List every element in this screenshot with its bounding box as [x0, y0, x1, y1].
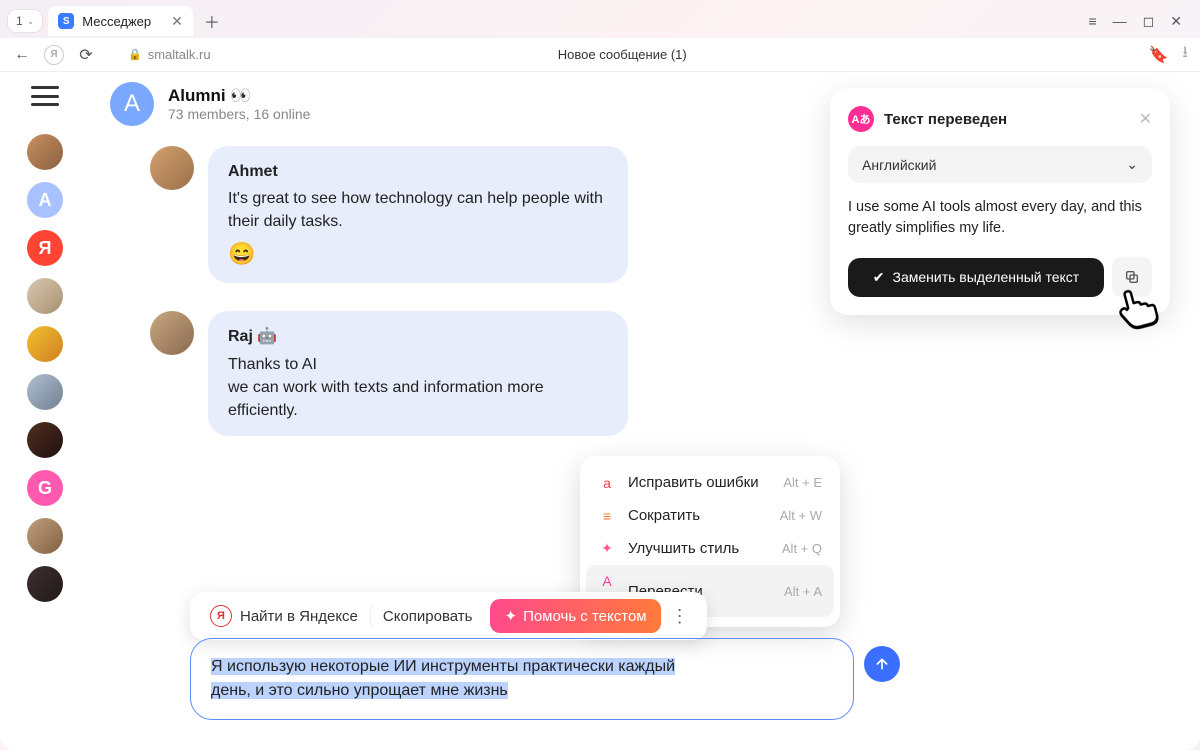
window-maximize-icon[interactable]: ◻ [1143, 13, 1155, 30]
address-field[interactable]: 🔒 smaltalk.ru Новое сообщение (1) [108, 47, 1136, 62]
sparkle-icon: ✦ [504, 607, 517, 625]
sidebar-avatar-0[interactable] [27, 134, 63, 170]
context-menu-shortcut: Alt + Q [782, 541, 822, 556]
sidebar: AЯ G [0, 72, 90, 750]
downloads-icon[interactable]: ⭳ [1182, 41, 1188, 68]
selection-toolbar: Я Найти в Яндексе Скопировать ✦ Помочь с… [190, 592, 707, 640]
translation-body: I use some AI tools almost every day, an… [848, 197, 1152, 239]
message-text: Thanks to AI [228, 353, 608, 376]
address-bar: ← Я ⟳ 🔒 smaltalk.ru Новое сообщение (1) … [0, 38, 1200, 72]
tab-counter[interactable]: 1 ⌄ [8, 10, 42, 32]
window-close-icon[interactable]: ✕ [1170, 13, 1182, 30]
compose-area: Я использую некоторые ИИ инструменты пра… [190, 638, 900, 720]
copy-translation-button[interactable] [1112, 257, 1152, 297]
message-bubble: Ahmet It's great to see how technology ca… [208, 146, 628, 283]
arrow-up-icon [874, 656, 890, 672]
yandex-home-icon[interactable]: Я [44, 45, 64, 65]
translation-panel: Aあ Текст переведен ✕ Английский ⌄ I use … [830, 88, 1170, 315]
more-options-button[interactable]: ⋮ [661, 600, 699, 633]
selected-text-line2: день, и это сильно упрощает мне жизнь [211, 682, 508, 699]
lock-icon: 🔒 [128, 48, 142, 61]
nav-back-button[interactable]: ← [12, 46, 32, 64]
browser-tab-strip: 1 ⌄ S Месседжер ✕ ＋ ≡ — ◻ ✕ [0, 0, 1200, 38]
message-avatar[interactable] [150, 311, 194, 355]
new-tab-button[interactable]: ＋ [199, 8, 225, 34]
messenger-app: AЯG А Alumni 👀 73 members, 16 online Ahm… [0, 72, 1200, 750]
help-with-text-button[interactable]: ✦ Помочь с текстом [490, 599, 660, 633]
message-input[interactable]: Я использую некоторые ИИ инструменты пра… [190, 638, 854, 720]
context-menu-label: Улучшить стиль [628, 540, 770, 557]
close-tab-icon[interactable]: ✕ [171, 13, 183, 30]
sidebar-avatar-4[interactable] [27, 326, 63, 362]
sidebar-avatar-3[interactable] [27, 278, 63, 314]
selected-text-line1: Я использую некоторые ИИ инструменты пра… [211, 658, 675, 675]
context-menu-label: Сократить [628, 507, 768, 524]
chevron-down-icon: ⌄ [1126, 156, 1138, 173]
chevron-down-icon: ⌄ [27, 16, 35, 27]
language-value: Английский [862, 157, 936, 173]
context-menu-icon: a [598, 475, 616, 491]
message-text: we can work with texts and information m… [228, 376, 608, 422]
window-controls: ≡ — ◻ ✕ [1088, 13, 1192, 30]
message-avatar[interactable] [150, 146, 194, 190]
context-menu-icon: ≡ [598, 508, 616, 524]
context-menu-label: Исправить ошибки [628, 474, 771, 491]
translation-title: Текст переведен [884, 111, 1129, 128]
sidebar-avatar-6[interactable] [27, 422, 63, 458]
sidebar-avatar-8[interactable] [27, 518, 63, 554]
url-display: 🔒 smaltalk.ru [128, 47, 211, 62]
translate-badge-icon: Aあ [848, 106, 874, 132]
close-panel-button[interactable]: ✕ [1139, 109, 1152, 129]
context-menu-item[interactable]: ✦ Улучшить стиль Alt + Q [586, 532, 834, 565]
search-yandex-label: Найти в Яндексе [240, 608, 358, 625]
replace-text-button[interactable]: ✔ Заменить выделенный текст [848, 258, 1104, 297]
chat-area: А Alumni 👀 73 members, 16 online Ahmet It… [90, 72, 1200, 750]
tab-count-value: 1 [16, 14, 23, 28]
context-menu-shortcut: Alt + E [783, 475, 822, 490]
context-menu-icon: ✦ [598, 540, 616, 557]
context-menu-shortcut: Alt + W [780, 508, 822, 523]
browser-menu-icon[interactable]: ≡ [1088, 13, 1096, 29]
help-label: Помочь с текстом [523, 608, 647, 625]
sidebar-avatar-5[interactable] [27, 374, 63, 410]
context-menu-item[interactable]: ≡ Сократить Alt + W [586, 499, 834, 532]
sidebar-avatar-9[interactable] [27, 566, 63, 602]
message-row: Raj 🤖 Thanks to AIwe can work with texts … [150, 311, 1180, 436]
message-sender: Raj 🤖 [228, 325, 608, 348]
tab-favicon-icon: S [58, 13, 74, 29]
copy-icon [1124, 269, 1140, 285]
sidebar-avatar-1[interactable]: A [27, 182, 63, 218]
group-name[interactable]: Alumni 👀 [168, 86, 310, 106]
copy-button[interactable]: Скопировать [370, 602, 485, 631]
window-minimize-icon[interactable]: — [1113, 13, 1127, 29]
replace-label: Заменить выделенный текст [893, 269, 1080, 285]
yandex-logo-icon: Я [210, 605, 232, 627]
message-text: It's great to see how technology can hel… [228, 187, 608, 233]
search-yandex-button[interactable]: Я Найти в Яндексе [198, 599, 370, 633]
tab-title: Месседжер [82, 14, 151, 29]
group-avatar[interactable]: А [110, 82, 154, 126]
context-menu-shortcut: Alt + A [784, 584, 822, 599]
context-menu-item[interactable]: a Исправить ошибки Alt + E [586, 466, 834, 499]
menu-button[interactable] [31, 86, 59, 106]
url-host: smaltalk.ru [148, 47, 211, 62]
page-title: Новое сообщение (1) [558, 47, 687, 62]
sidebar-avatar-2[interactable]: Я [27, 230, 63, 266]
message-sender: Ahmet [228, 160, 608, 183]
language-select[interactable]: Английский ⌄ [848, 146, 1152, 183]
group-subtitle: 73 members, 16 online [168, 106, 310, 122]
check-circle-icon: ✔ [873, 269, 885, 286]
send-button[interactable] [864, 646, 900, 682]
sidebar-avatar-7[interactable]: G [27, 470, 63, 506]
message-bubble: Raj 🤖 Thanks to AIwe can work with texts … [208, 311, 628, 436]
bookmark-icon[interactable]: 🔖 [1148, 45, 1168, 65]
copy-label: Скопировать [383, 608, 473, 625]
browser-tab-active[interactable]: S Месседжер ✕ [48, 6, 193, 36]
message-emoji: 😄 [228, 238, 608, 270]
reload-button[interactable]: ⟳ [76, 45, 96, 65]
